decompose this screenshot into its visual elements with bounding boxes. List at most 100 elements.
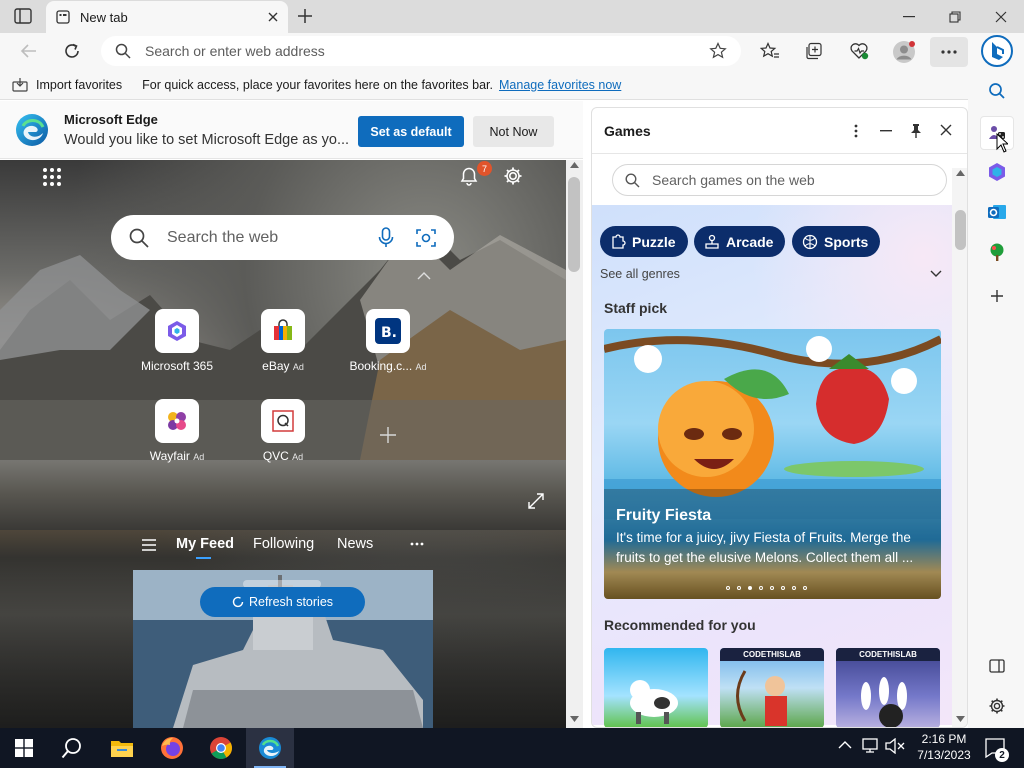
refresh-stories-button[interactable]: Refresh stories [200,587,365,617]
feed-more-icon[interactable] [410,542,424,546]
start-windows-icon[interactable] [0,728,48,768]
scroll-thumb[interactable] [568,177,580,272]
sidebar-microsoft-365-icon[interactable] [984,159,1010,185]
sidebar-toggle-icon[interactable] [984,653,1010,679]
new-tab-plus-icon[interactable] [296,7,314,25]
sidebar-settings-gear-icon[interactable] [984,693,1010,719]
recommended-game-card[interactable] [604,648,708,727]
genre-chip-puzzle[interactable]: Puzzle [600,226,688,257]
sidebar-search-icon[interactable] [984,78,1010,104]
address-input[interactable]: Search or enter web address [145,43,709,59]
expand-icon[interactable] [528,493,544,509]
carousel-dot[interactable] [759,586,763,590]
visual-search-icon[interactable] [416,228,436,248]
scroll-up-icon[interactable] [570,162,579,168]
games-search-box[interactable]: Search games on the web [612,164,947,196]
ebay-icon [261,309,305,353]
svg-text:B.: B. [381,325,397,341]
web-search-input[interactable]: Search the web [167,229,378,247]
apps-launcher-icon[interactable] [42,167,62,187]
address-bar[interactable]: Search or enter web address [101,36,741,66]
browser-essentials-icon[interactable] [849,41,869,61]
carousel-dot[interactable] [803,586,807,590]
ad-label: Ad [292,362,304,372]
page-scrollbar[interactable] [566,160,583,728]
tab-new-tab[interactable]: New tab [46,1,288,33]
staff-pick-card[interactable]: Fruity Fiesta It's time for a juicy, jiv… [604,329,941,599]
quick-link-microsoft-365[interactable]: Microsoft 365 [129,309,225,373]
scroll-up-icon[interactable] [956,170,965,176]
chrome-icon[interactable] [197,728,245,768]
close-window-icon[interactable] [978,0,1024,33]
taskbar-edge-icon[interactable] [246,728,294,768]
see-all-genres-link[interactable]: See all genres [600,267,680,281]
tab-actions-icon[interactable] [14,8,32,24]
back-icon[interactable] [20,43,38,59]
panel-close-icon[interactable] [940,124,952,136]
import-favorites-button[interactable]: Import favorites [36,78,122,92]
carousel-dot[interactable] [781,586,785,590]
tab-my-feed[interactable]: My Feed [176,536,234,552]
restore-icon[interactable] [932,0,978,33]
set-default-button[interactable]: Set as default [358,116,464,147]
page-settings-gear-icon[interactable] [502,165,524,187]
tab-following[interactable]: Following [253,536,314,552]
file-explorer-icon[interactable] [98,728,146,768]
favorites-icon[interactable] [760,42,780,60]
favorite-star-icon[interactable] [709,42,727,60]
feed-menu-icon[interactable] [141,538,157,552]
games-search-input[interactable]: Search games on the web [652,172,815,188]
system-clock[interactable]: 2:16 PM 7/13/2023 [913,731,975,763]
settings-more-icon[interactable] [930,37,968,67]
expand-genres-chevron-icon[interactable] [930,270,942,277]
scroll-down-icon[interactable] [956,716,965,722]
scroll-down-icon[interactable] [570,716,579,722]
panel-more-icon[interactable] [854,124,858,138]
minimize-icon[interactable] [886,0,932,33]
quick-link-qvc[interactable]: QVC Ad [235,399,331,463]
carousel-dots[interactable] [726,586,807,590]
collections-icon[interactable] [805,42,823,60]
quick-link-ebay[interactable]: eBay Ad [235,309,331,373]
carousel-dot[interactable] [770,586,774,590]
volume-muted-icon[interactable] [885,738,905,754]
search-icon [625,172,640,188]
tab-news[interactable]: News [337,536,373,552]
recommended-game-card[interactable]: CODETHISLAB [836,648,940,727]
recommended-game-card[interactable]: CODETHISLAB [720,648,824,727]
carousel-dot-active[interactable] [748,586,752,590]
carousel-dot[interactable] [792,586,796,590]
close-tab-icon[interactable] [268,12,278,22]
genre-chip-sports[interactable]: Sports [792,226,881,257]
games-scrollbar[interactable] [952,168,967,727]
carousel-dot[interactable] [726,586,730,590]
not-now-button[interactable]: Not Now [473,116,554,147]
scroll-thumb[interactable] [955,210,966,250]
add-shortcut-icon[interactable] [379,426,397,444]
quick-link-booking[interactable]: B. Booking.c... Ad [340,309,436,373]
carousel-dot[interactable] [737,586,741,590]
genre-label: Arcade [726,233,774,250]
bing-copilot-icon[interactable] [981,35,1013,67]
profile-avatar[interactable] [892,40,916,64]
web-search-box[interactable]: Search the web [111,215,454,260]
sidebar-add-icon[interactable] [984,283,1010,309]
cow-game-thumbnail [630,680,678,724]
genre-chip-arcade[interactable]: Arcade [694,226,786,257]
sidebar-outlook-icon[interactable] [984,199,1010,225]
taskbar-search-icon[interactable] [48,728,96,768]
microphone-icon[interactable] [378,226,394,249]
refresh-icon[interactable] [63,42,81,60]
sidebar-tree-icon[interactable] [984,239,1010,265]
notification-badge: 7 [477,161,492,176]
firefox-icon[interactable] [148,728,196,768]
collapse-chevron-icon[interactable] [417,272,431,280]
quick-link-label: Wayfair [149,449,190,463]
panel-minimize-icon[interactable] [880,130,892,132]
show-hidden-icons-chevron-icon[interactable] [838,741,852,749]
quick-link-wayfair[interactable]: Wayfair Ad [129,399,225,463]
pin-icon[interactable] [910,124,922,138]
quick-link-label: eBay [262,359,290,373]
network-icon[interactable] [861,738,879,754]
manage-favorites-link[interactable]: Manage favorites now [499,78,621,92]
